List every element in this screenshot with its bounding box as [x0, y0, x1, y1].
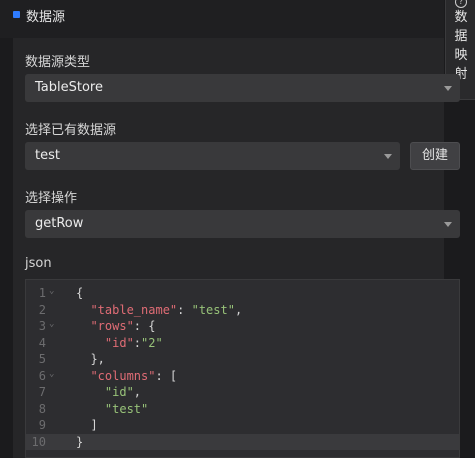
datasource-type-select[interactable]: TableStore — [25, 74, 460, 102]
code-text: { — [76, 285, 83, 301]
code-line: 1 ⌄ { — [26, 285, 459, 301]
line-number: 9 — [38, 418, 46, 432]
line-number: 1 — [38, 286, 46, 300]
code-line: 5 }, — [26, 351, 459, 367]
operation-select[interactable]: getRow — [25, 210, 460, 238]
code-line: 7 "id", — [26, 384, 459, 400]
existing-source-label: 选择已有数据源 — [25, 123, 117, 138]
chevron-down-icon — [384, 154, 392, 159]
json-punctuation: : — [177, 302, 192, 317]
line-number: 3 — [38, 319, 46, 333]
json-punctuation: : { — [133, 319, 156, 333]
operation-label: 选择操作 — [25, 191, 78, 206]
json-key: "columns" — [76, 368, 156, 383]
code-line: 8 "test" — [26, 401, 459, 417]
code-text: "test" — [76, 401, 148, 417]
json-label: json — [25, 256, 52, 271]
fold-chevron-icon[interactable]: ⌄ — [49, 283, 54, 299]
code-text: "columns": [ — [76, 368, 177, 384]
data-mapping-tab-label: 数据映射 — [454, 10, 468, 82]
line-number: 8 — [38, 401, 46, 416]
code-text: "table_name": "test", — [76, 302, 242, 318]
json-string: "test" — [76, 401, 149, 416]
operation-value: getRow — [35, 216, 84, 231]
code-line: 9 ] — [26, 417, 459, 433]
code-text: }, — [76, 351, 105, 367]
datasource-type-label: 数据源类型 — [25, 55, 91, 70]
code-text: "id":"2" — [76, 335, 163, 351]
json-punctuation: , — [234, 302, 243, 317]
json-key: "id" — [76, 335, 134, 350]
code-line: 4 "id":"2" — [26, 335, 459, 351]
existing-source-select[interactable]: test — [25, 142, 400, 170]
chevron-down-icon — [444, 86, 452, 91]
json-string: "2" — [141, 335, 163, 350]
json-punctuation: : [ — [155, 368, 178, 383]
line-number: 4 — [38, 335, 46, 350]
json-editor[interactable]: 1 ⌄{2 "table_name": "test", 3 ⌄ "rows": {4 … — [25, 279, 460, 458]
code-line: 10} — [26, 433, 459, 450]
code-text: ] — [76, 417, 98, 433]
section-header: 数据源 — [0, 0, 444, 38]
json-punctuation: ] — [76, 418, 98, 432]
section-title: 数据源 — [26, 10, 66, 25]
json-punctuation: , — [133, 385, 142, 399]
fold-chevron-icon[interactable]: ⌄ — [49, 366, 54, 382]
code-text: "rows": { — [76, 318, 155, 334]
code-line: 2 "table_name": "test", — [26, 302, 459, 318]
line-number: 10 — [31, 434, 46, 449]
json-key: "rows" — [76, 319, 134, 333]
datasource-type-value: TableStore — [35, 80, 103, 95]
fold-chevron-icon[interactable]: ⌄ — [49, 316, 54, 332]
json-punctuation: { — [76, 286, 84, 300]
chevron-down-icon — [444, 222, 452, 227]
line-number: 2 — [38, 302, 46, 317]
line-number: 7 — [38, 385, 46, 399]
line-number: 5 — [38, 352, 46, 366]
json-punctuation: }, — [76, 352, 105, 366]
line-number: 6 — [38, 368, 46, 383]
create-button[interactable]: 创建 — [410, 142, 460, 170]
code-text: "id", — [76, 384, 141, 400]
json-string: "test" — [191, 302, 235, 317]
code-text: } — [76, 434, 83, 450]
code-line: 6 ⌄ "columns": [ — [26, 368, 459, 384]
section-marker-icon — [13, 11, 20, 18]
json-punctuation: : — [133, 335, 142, 350]
code-line: 3 ⌄ "rows": { — [26, 318, 459, 334]
json-key: "table_name" — [76, 302, 178, 317]
existing-source-value: test — [35, 148, 60, 163]
json-punctuation: } — [76, 434, 84, 449]
json-string: "id" — [76, 385, 134, 399]
info-icon: ? — [455, 0, 467, 8]
